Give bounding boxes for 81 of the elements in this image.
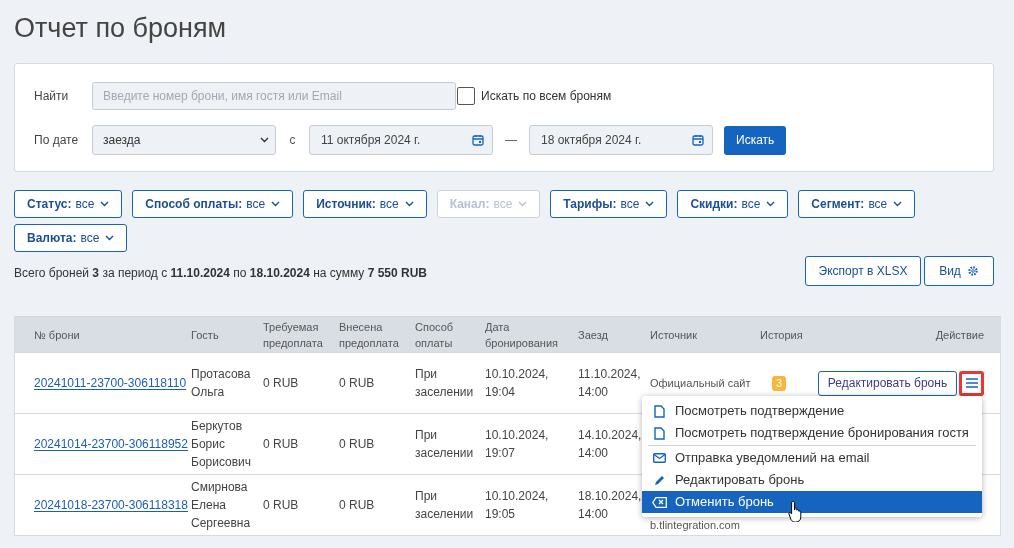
column-header: Требуемая предоплата — [263, 319, 324, 351]
table-cell-text: Смирнова Елена Сергеевна — [191, 479, 252, 532]
filter-dropdown[interactable]: Источник: все — [303, 190, 427, 218]
menu-button[interactable] — [959, 370, 984, 396]
calendar-icon — [472, 134, 484, 146]
menu-item[interactable]: Посмотреть подтверждение бронирования гостя — [642, 422, 982, 444]
filter-dropdown[interactable]: Валюта: все — [14, 224, 128, 252]
table-cell-text: b.tlintegration.com — [650, 518, 741, 533]
edit-button[interactable]: Редактировать бронь — [818, 370, 957, 396]
document-icon — [654, 426, 665, 440]
menu-item[interactable]: Отправка уведомлений на email — [642, 447, 982, 469]
column-header: Действие — [934, 327, 985, 343]
menu-item[interactable]: Отменить бронь — [642, 491, 982, 513]
table-cell-text: 14.10.2024, 14:00 — [578, 427, 643, 462]
date-type-select[interactable]: заезда — [92, 125, 276, 155]
filter-dropdown[interactable]: Сегмент: все — [798, 190, 916, 218]
column-header: Способ оплаты — [415, 319, 455, 351]
filter-dropdown[interactable]: Скидки: все — [677, 190, 789, 218]
checkbox[interactable] — [457, 87, 475, 105]
table-cell-text: 10.10.2024, 19:05 — [485, 488, 550, 523]
chevron-icon — [645, 201, 655, 207]
table-cell-text: 10.10.2024, 19:04 — [485, 366, 550, 401]
column-header: Источник — [650, 327, 698, 343]
table-cell-text: 0 RUB — [339, 436, 376, 453]
settings-icon — [966, 265, 979, 277]
column-header: № брони — [33, 327, 81, 343]
table-cell-text: При заселении — [415, 366, 475, 401]
booking-link[interactable]: 20241018-23700-306118318 — [34, 498, 188, 512]
column-header: Дата бронирования — [485, 319, 559, 351]
chevron-icon — [893, 201, 903, 207]
table-cell-text: 0 RUB — [339, 375, 376, 392]
chevron-icon — [260, 137, 269, 143]
date-label: По дате — [34, 132, 80, 149]
chevron-icon — [105, 235, 115, 241]
column-header: Гость — [191, 327, 220, 343]
column-header: Заезд — [578, 327, 609, 343]
table-cell-text: 0 RUB — [339, 497, 376, 514]
filter-dropdown[interactable]: Статус: все — [14, 190, 123, 218]
table-cell-text: 0 RUB — [263, 375, 300, 392]
menu-item[interactable]: Редактировать бронь — [642, 469, 982, 491]
calendar-icon — [692, 134, 704, 146]
table-cell-text: Протасова Ольга — [191, 366, 252, 401]
date-field[interactable]: 11 октября 2024 г. — [309, 125, 493, 155]
chevron-icon — [518, 201, 528, 207]
search-button[interactable]: Искать — [724, 125, 787, 155]
column-header: Внесена предоплата — [339, 319, 400, 351]
history-count: 3 — [772, 376, 787, 391]
booking-link[interactable]: 20241011-23700-306118110 — [34, 376, 187, 390]
table-cell-text: Беркутов Борис Борисович — [191, 418, 253, 471]
date-field[interactable]: 18 октября 2024 г. — [529, 125, 713, 155]
cancel-icon — [652, 496, 667, 508]
table-cell-text: 18.10.2024, 14:00 — [578, 488, 643, 523]
table-cell-text: При заселении — [415, 427, 475, 462]
filter-dropdown[interactable]: Тарифы: все — [550, 190, 668, 218]
chevron-icon — [404, 201, 414, 207]
summary-text: Всего броней 3 за период с 11.10.2024 по 18.10.2024 на сумму 7 550 RUB — [14, 265, 428, 282]
table-cell-text: При заселении — [415, 488, 475, 523]
pencil-icon — [653, 474, 666, 486]
checkbox-label: Искать по всем броням — [481, 88, 612, 105]
dash-label: — — [504, 132, 518, 149]
table-cell-text: 11.10.2024, 14:00 — [578, 366, 642, 401]
mail-icon — [653, 453, 666, 463]
page-title: Отчет по броням — [14, 12, 227, 45]
from-label: с — [288, 132, 297, 149]
table-cell-text: 10.10.2024, 19:07 — [485, 427, 550, 462]
menu-item[interactable]: Посмотреть подтверждение — [642, 400, 982, 422]
chevron-icon — [100, 201, 110, 207]
menu-icon — [965, 378, 978, 388]
view-button[interactable]: Вид — [924, 256, 994, 286]
chevron-icon — [271, 201, 281, 207]
find-label: Найти — [34, 88, 70, 105]
export-button[interactable]: Экспорт в XLSX — [805, 256, 921, 286]
chevron-icon — [766, 201, 776, 207]
search-field[interactable]: Введите номер брони, имя гостя или Email — [92, 82, 456, 110]
column-header: История — [760, 327, 804, 343]
table-cell-text: 0 RUB — [263, 497, 300, 514]
table-cell-text: Официальный сайт — [650, 376, 752, 391]
booking-link[interactable]: 20241014-23700-306118952 — [34, 437, 188, 451]
table-cell-text: 0 RUB — [263, 436, 300, 453]
filter-dropdown[interactable]: Способ оплаты: все — [132, 190, 294, 218]
document-icon — [654, 404, 665, 418]
